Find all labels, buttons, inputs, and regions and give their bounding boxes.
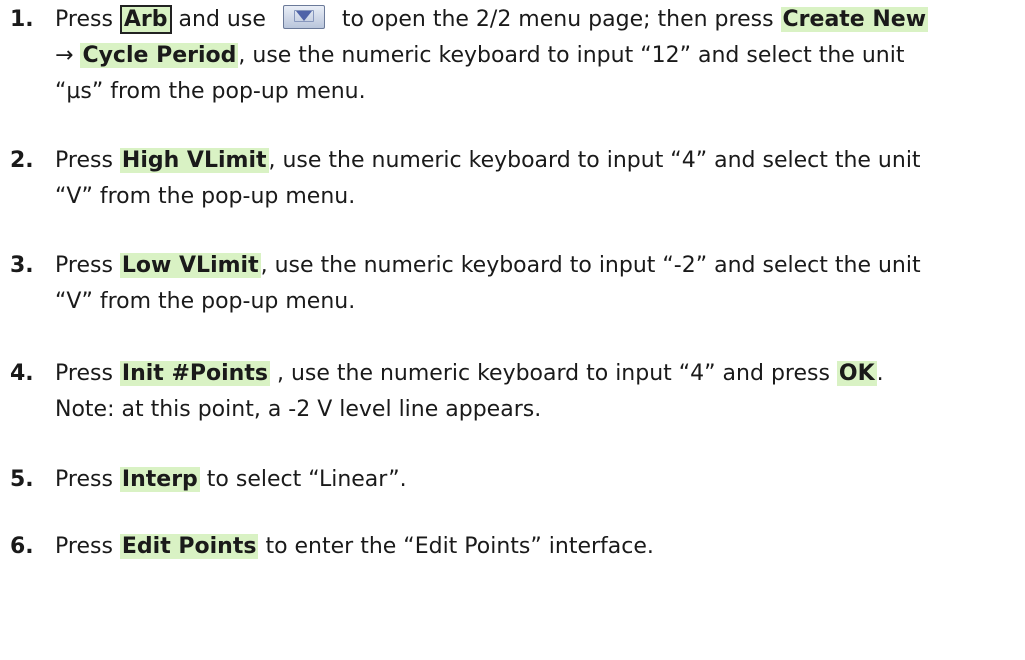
step-5: 5. Press Interp to select “Linear”. <box>10 462 1025 498</box>
step-number: 3. <box>10 253 34 278</box>
step-text: , use the numeric keyboard to input “4” … <box>268 148 921 173</box>
edit-points-key: Edit Points <box>119 534 259 559</box>
step-number: 4. <box>10 361 34 386</box>
step-6: 6. Press Edit Points to enter the “Edit … <box>10 529 1025 565</box>
step-text: , use the numeric keyboard to input “-2”… <box>260 253 921 278</box>
step-text: “V” from the pop-up menu. <box>55 184 356 209</box>
down-arrow-page-icon <box>282 5 325 29</box>
create-new-key: Create New <box>780 7 929 32</box>
step-number: 6. <box>10 534 34 559</box>
arb-key: Arb <box>119 5 172 34</box>
step-text: “µs” from the pop-up menu. <box>55 79 366 104</box>
cycle-period-key: Cycle Period <box>80 43 239 68</box>
step-text: , use the numeric keyboard to input “12”… <box>238 43 905 68</box>
init-points-key: Init #Points <box>119 361 270 386</box>
step-text: . <box>876 361 884 386</box>
ok-key: OK <box>836 361 877 386</box>
step-text: Press <box>55 361 120 386</box>
step-text: Press <box>55 467 120 492</box>
step-text: Press <box>55 7 120 32</box>
step-text: Press <box>55 148 120 173</box>
step-4: 4. Press Init #Points , use the numeric … <box>10 356 1025 428</box>
step-text: , use the numeric keyboard to input “4” … <box>269 361 837 386</box>
step-text: to open the 2/2 menu page; then press <box>334 7 781 32</box>
step-text: → <box>55 43 81 68</box>
step-text: “V” from the pop-up menu. <box>55 289 356 314</box>
step-2: 2. Press High VLimit, use the numeric ke… <box>10 143 1025 215</box>
step-number: 2. <box>10 148 34 173</box>
step-text: Press <box>55 253 120 278</box>
step-text: and use <box>171 7 273 32</box>
step-1: 1. Press Arb and use to open the 2/2 men… <box>10 2 1025 110</box>
low-vlimit-key: Low VLimit <box>119 253 261 278</box>
step-note: Note: at this point, a -2 V level line a… <box>55 397 542 422</box>
step-text: to enter the “Edit Points” interface. <box>258 534 654 559</box>
step-3: 3. Press Low VLimit, use the numeric key… <box>10 248 1025 320</box>
step-number: 1. <box>10 7 34 32</box>
step-text: to select “Linear”. <box>199 467 407 492</box>
step-text: Press <box>55 534 120 559</box>
high-vlimit-key: High VLimit <box>119 148 269 173</box>
interp-key: Interp <box>119 467 200 492</box>
step-number: 5. <box>10 467 34 492</box>
